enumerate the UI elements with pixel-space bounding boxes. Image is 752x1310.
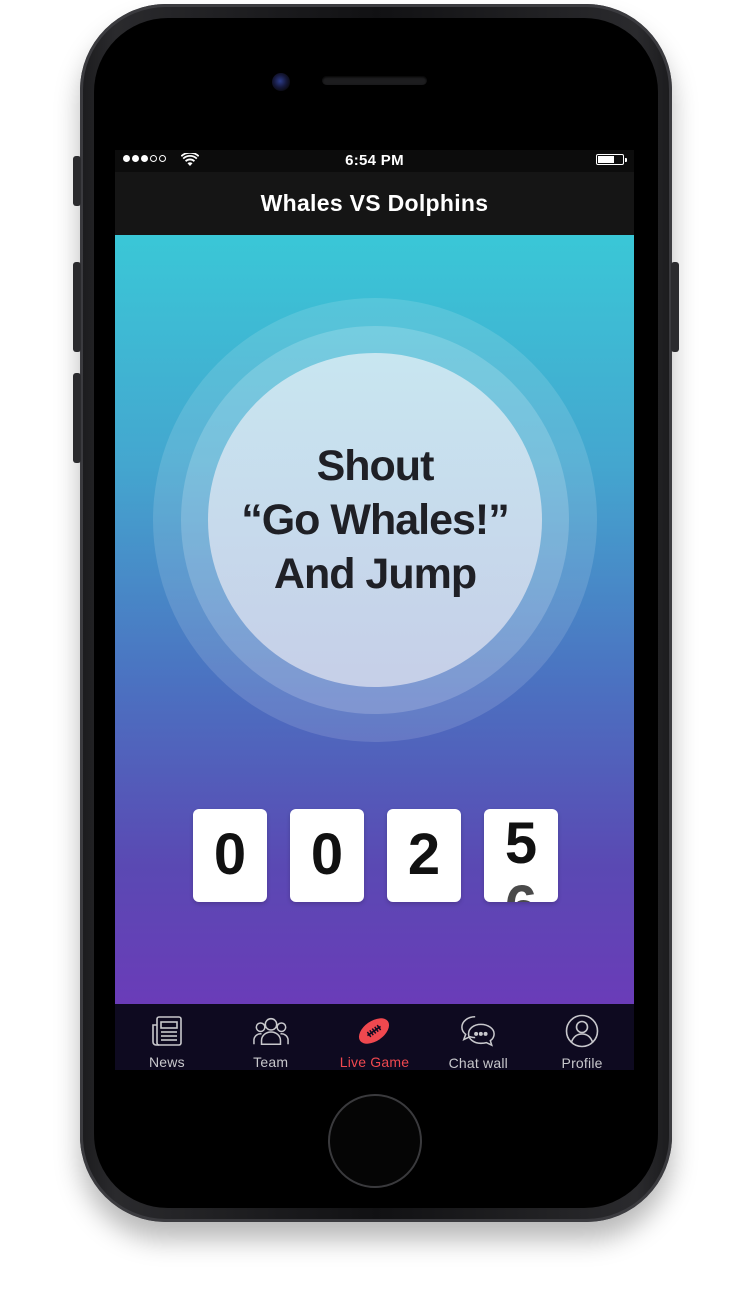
tab-label: Team [253, 1054, 289, 1070]
football-icon [356, 1014, 392, 1047]
earpiece-speaker [322, 76, 427, 85]
tab-profile[interactable]: Profile [530, 1004, 634, 1070]
volume-up-button [73, 262, 81, 352]
profile-icon [564, 1014, 600, 1048]
page-title: Whales VS Dolphins [260, 190, 489, 216]
volume-down-button [73, 373, 81, 463]
newspaper-icon [149, 1014, 185, 1047]
counter-digit-card: 0 [290, 809, 364, 902]
jump-counter: 0 0 2 5 6 [193, 809, 558, 902]
team-icon [252, 1014, 289, 1047]
mute-switch [73, 156, 81, 206]
counter-digit-card: 2 [387, 809, 461, 902]
prompt-line: “Go Whales!” [241, 496, 510, 544]
prompt-line: And Jump [273, 550, 477, 598]
tab-live-game[interactable]: Live Game [323, 1004, 427, 1070]
tab-label: News [148, 1054, 185, 1070]
status-bar: 6:54 PM [115, 150, 634, 172]
navigation-bar: Whales VS Dolphins [115, 172, 634, 235]
counter-next-digit: 6 [484, 871, 558, 902]
tab-chat-wall[interactable]: Chat wall [426, 1004, 530, 1070]
power-button [671, 262, 679, 352]
status-time: 6:54 PM [345, 152, 404, 169]
tab-label: Live Game [339, 1054, 410, 1070]
live-game-panel: Shout “Go Whales!” And Jump 0 0 2 5 6 [115, 235, 634, 1004]
counter-digit-card: 0 [193, 809, 267, 902]
chat-icon [460, 1014, 496, 1048]
prompt-circle: Shout “Go Whales!” And Jump [208, 353, 542, 687]
counter-digit: 5 [504, 811, 538, 876]
counter-digit-card: 5 6 [484, 809, 558, 902]
tab-label: Chat wall [448, 1055, 508, 1070]
counter-digit: 2 [407, 822, 441, 887]
tab-label: Profile [561, 1055, 603, 1070]
prompt-line: Shout [316, 442, 435, 490]
counter-digit: 0 [310, 822, 344, 887]
tab-bar: News Team Live Game Chat wall Profile [115, 1004, 634, 1070]
counter-digit: 0 [213, 822, 247, 887]
screen: 6:54 PM Whales VS Dolphins Shout “Go Wha… [115, 150, 634, 1070]
home-button[interactable] [328, 1094, 422, 1188]
battery-icon [596, 154, 627, 165]
tab-team[interactable]: Team [219, 1004, 323, 1070]
tab-news[interactable]: News [115, 1004, 219, 1070]
battery-level [598, 156, 614, 163]
front-camera [272, 73, 290, 91]
